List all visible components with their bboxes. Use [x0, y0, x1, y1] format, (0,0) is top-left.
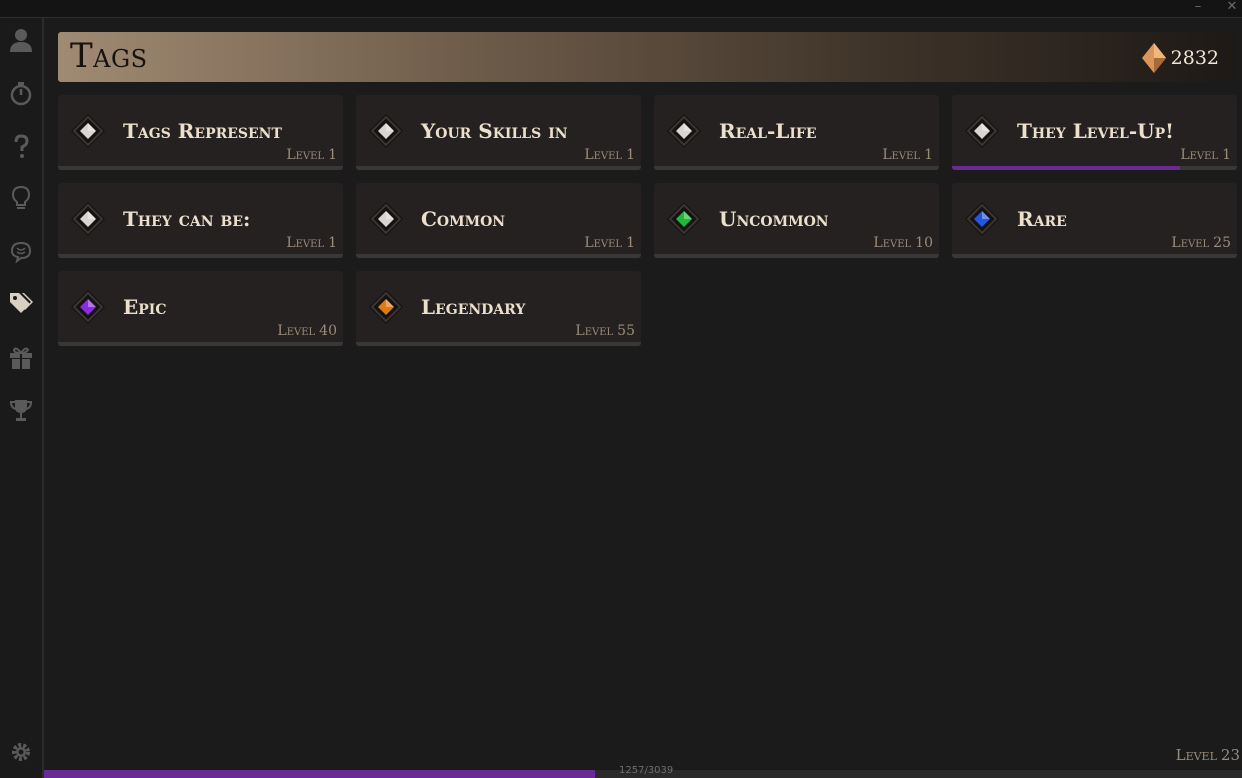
crystal-icon — [1141, 43, 1166, 73]
rarity-gem-icon — [369, 114, 403, 148]
tag-progress-bar — [952, 166, 1237, 170]
tag-level: Level 25 — [1171, 235, 1231, 251]
page-header: Tags 2832 — [58, 32, 1237, 82]
tag-card[interactable]: Legendary Level 55 — [356, 271, 641, 346]
brain-icon — [10, 241, 32, 264]
tags-icon — [10, 293, 33, 313]
tag-name: Common — [421, 207, 506, 231]
currency-display: 2832 — [1141, 42, 1219, 74]
tag-progress-bar — [654, 254, 939, 258]
tag-card[interactable]: Epic Level 40 — [58, 271, 343, 346]
sidebar — [0, 18, 44, 778]
sidebar-item-tags[interactable] — [6, 288, 36, 318]
rarity-gem-icon — [667, 202, 701, 236]
tag-level: Level 10 — [873, 235, 933, 251]
minimize-button[interactable]: – — [1186, 0, 1210, 17]
tag-name: They Level-Up! — [1017, 119, 1174, 143]
tag-name: Uncommon — [719, 207, 829, 231]
tag-level: Level 1 — [584, 147, 635, 163]
rarity-gem-icon — [71, 202, 105, 236]
tag-name: Legendary — [421, 295, 526, 319]
gear-icon — [12, 743, 30, 761]
currency-amount: 2832 — [1170, 47, 1219, 69]
rarity-gem-icon — [71, 114, 105, 148]
tag-name: Rare — [1017, 207, 1067, 231]
rarity-gem-icon — [965, 202, 999, 236]
tag-progress-bar — [58, 254, 343, 258]
tag-card[interactable]: Common Level 1 — [356, 183, 641, 258]
tag-progress-bar — [654, 166, 939, 170]
xp-text: 1257/3039 — [619, 765, 674, 776]
tag-card[interactable]: They Level-Up! Level 1 — [952, 95, 1237, 170]
rarity-gem-icon — [667, 114, 701, 148]
sidebar-item-profile[interactable] — [6, 25, 36, 55]
tag-name: They can be: — [123, 207, 251, 231]
tag-card[interactable]: Uncommon Level 10 — [654, 183, 939, 258]
tag-level: Level 1 — [286, 147, 337, 163]
page-title: Tags — [70, 36, 148, 76]
rarity-gem-icon — [965, 114, 999, 148]
sidebar-item-rewards[interactable] — [6, 342, 36, 372]
stopwatch-icon — [10, 82, 32, 106]
tag-card[interactable]: Real-Life Level 1 — [654, 95, 939, 170]
tag-level: Level 40 — [277, 323, 337, 339]
tag-name: Epic — [123, 295, 167, 319]
tag-card[interactable]: Your Skills in Level 1 — [356, 95, 641, 170]
question-icon — [14, 134, 29, 158]
sidebar-item-skills[interactable] — [6, 236, 36, 266]
tag-progress-bar — [356, 254, 641, 258]
tag-name: Your Skills in — [421, 119, 568, 143]
sidebar-item-timer[interactable] — [6, 78, 36, 108]
tag-progress-bar — [356, 342, 641, 346]
lightbulb-icon — [11, 185, 31, 209]
sidebar-item-achievements[interactable] — [6, 395, 36, 425]
settings-button[interactable] — [6, 737, 36, 767]
tag-name: Tags Represent — [123, 119, 282, 143]
xp-progress-fill — [44, 770, 596, 778]
rarity-gem-icon — [369, 290, 403, 324]
tag-level: Level 1 — [1180, 147, 1231, 163]
tag-level: Level 1 — [882, 147, 933, 163]
title-bar: – ✕ — [0, 0, 1242, 18]
close-button[interactable]: ✕ — [1220, 0, 1242, 17]
tag-card[interactable]: They can be: Level 1 — [58, 183, 343, 258]
sidebar-item-help[interactable] — [6, 131, 36, 161]
player-level: Level 23 — [1175, 746, 1240, 764]
tag-progress-fill — [952, 166, 1180, 170]
tag-progress-bar — [952, 254, 1237, 258]
user-icon — [10, 29, 32, 52]
tag-progress-bar — [356, 166, 641, 170]
tag-level: Level 55 — [575, 323, 635, 339]
tag-level: Level 1 — [286, 235, 337, 251]
tag-card[interactable]: Tags Represent Level 1 — [58, 95, 343, 170]
xp-progress-bar: 1257/3039 — [44, 765, 1242, 778]
rarity-gem-icon — [369, 202, 403, 236]
tag-card[interactable]: Rare Level 25 — [952, 183, 1237, 258]
rarity-gem-icon — [71, 290, 105, 324]
gift-icon — [10, 347, 32, 369]
sidebar-item-ideas[interactable] — [6, 183, 36, 213]
tag-progress-bar — [58, 166, 343, 170]
trophy-icon — [9, 400, 33, 421]
tag-name: Real-Life — [719, 119, 817, 143]
tag-progress-bar — [58, 342, 343, 346]
tag-level: Level 1 — [584, 235, 635, 251]
